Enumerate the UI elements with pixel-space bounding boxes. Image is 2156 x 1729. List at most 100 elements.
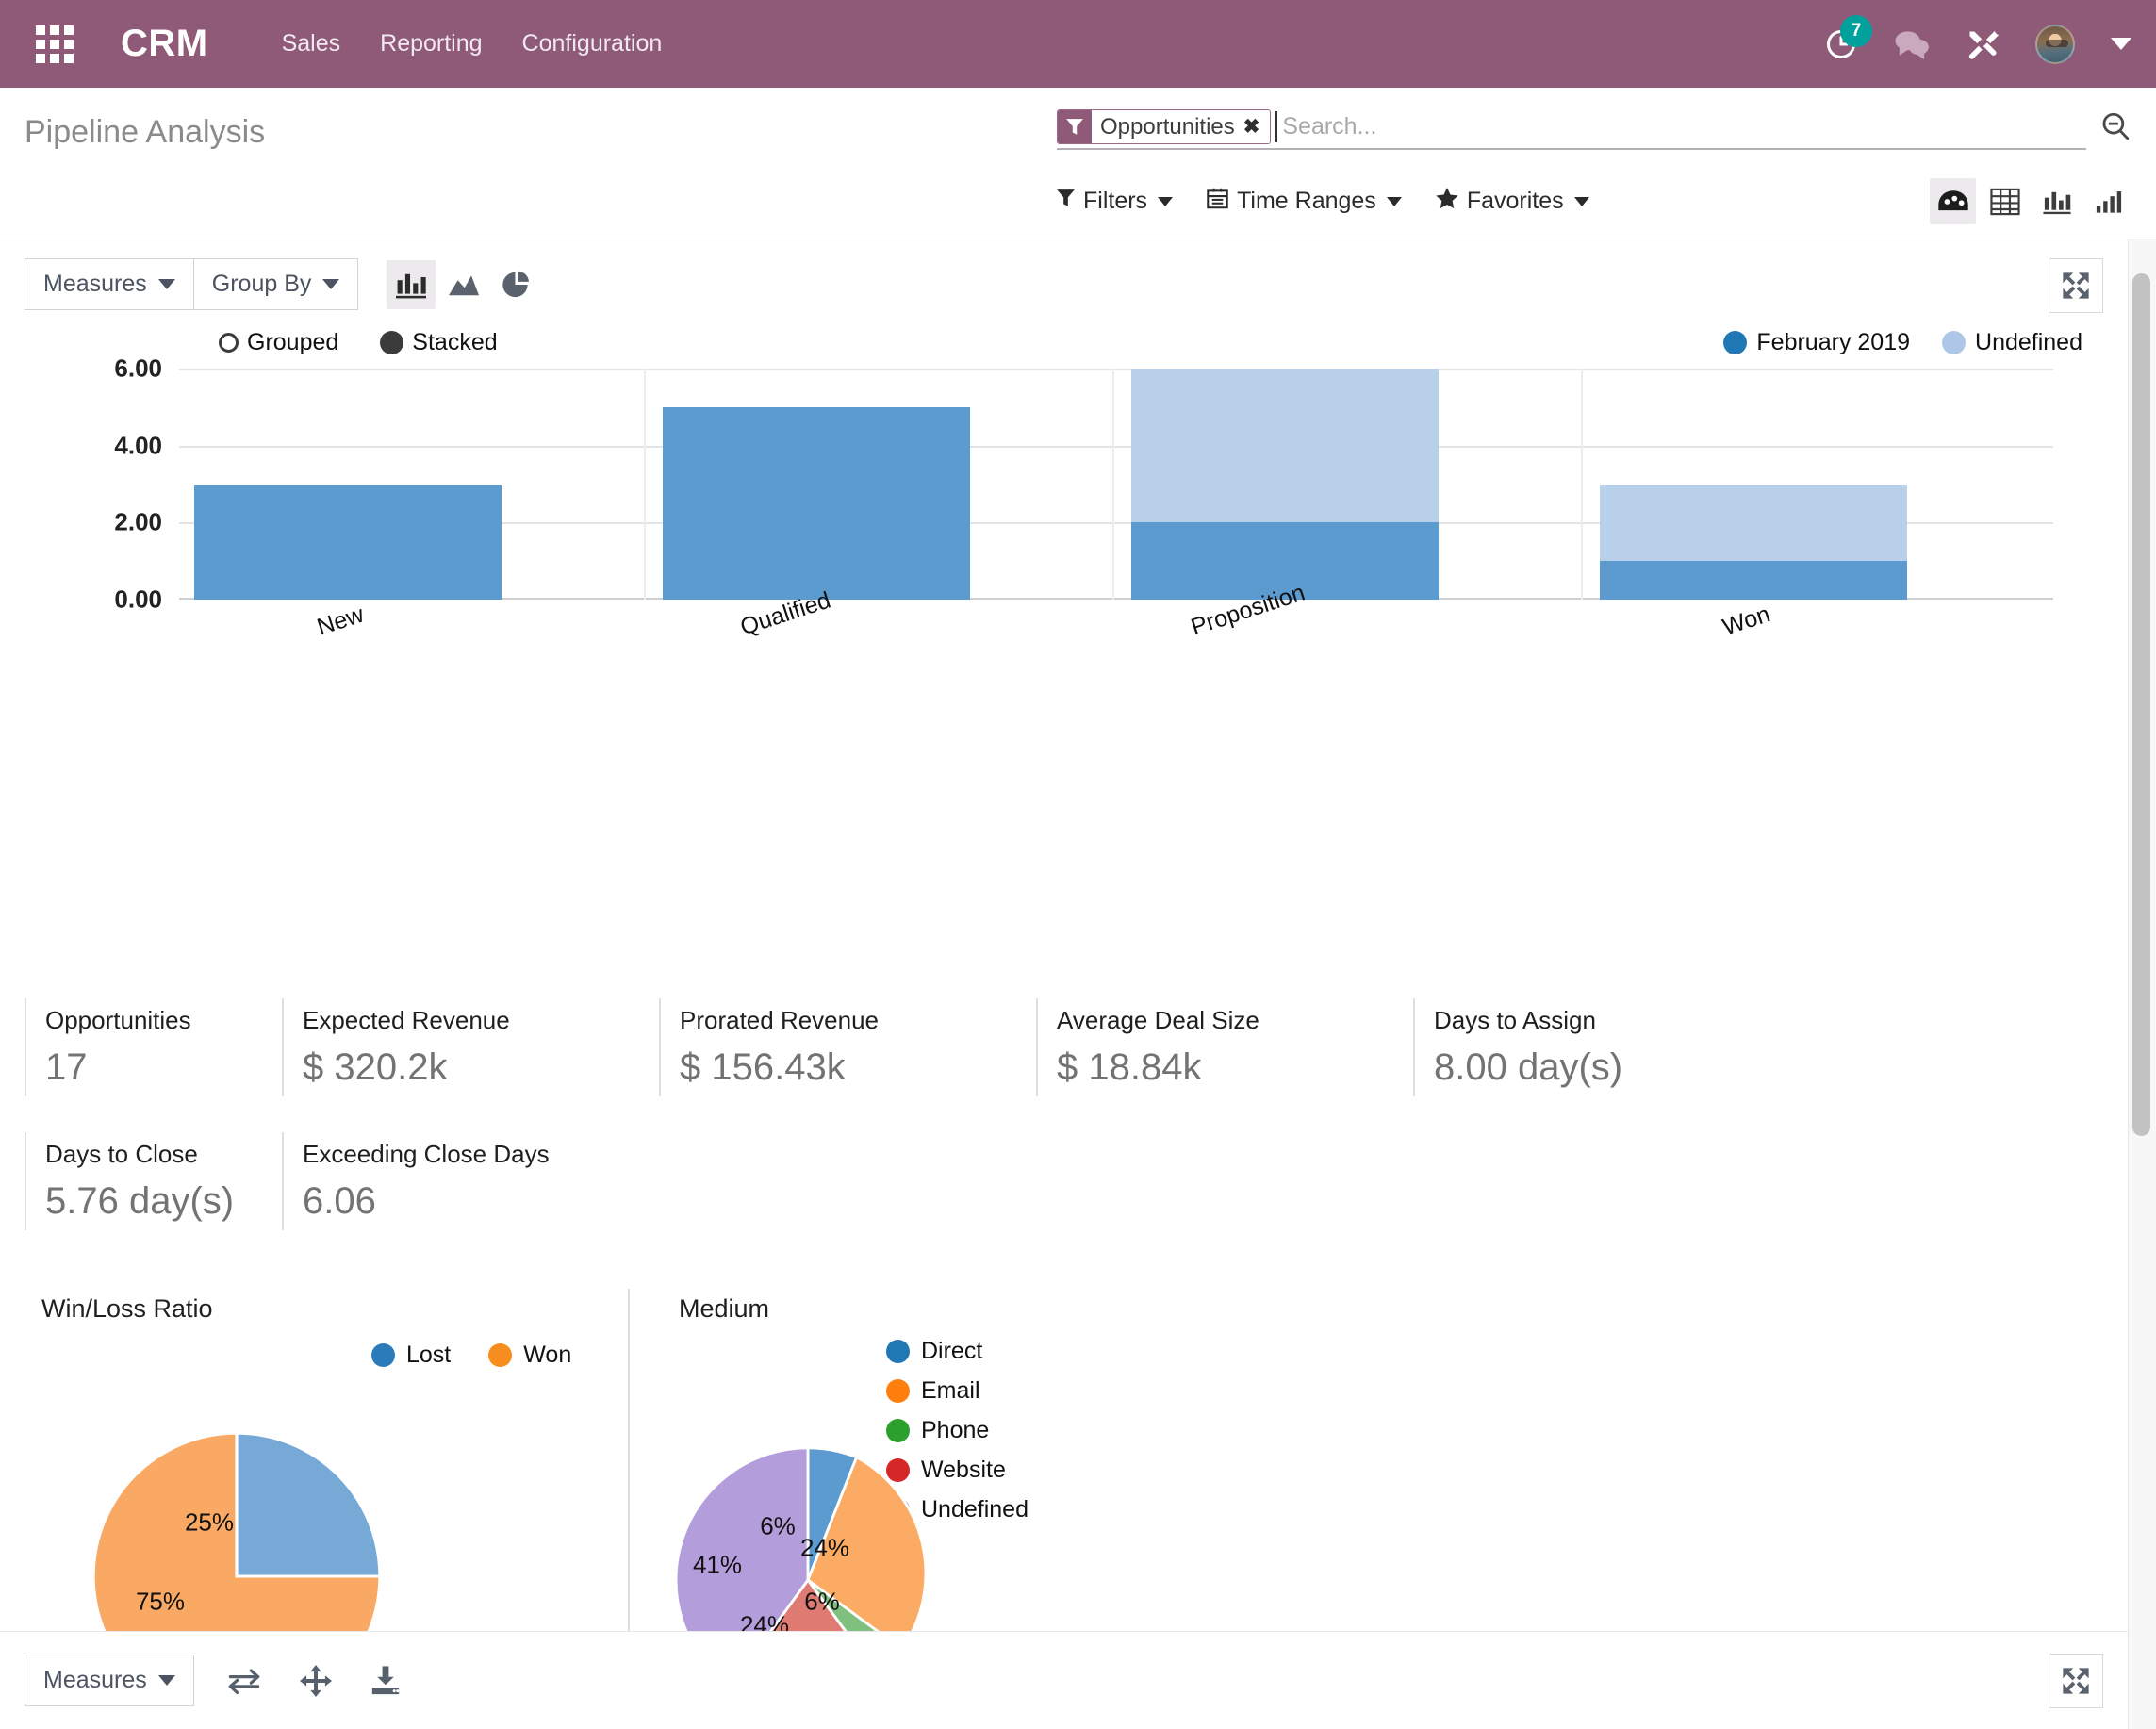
plot-area: New Qualified Proposition Won — [179, 369, 2053, 641]
navbar-right-icons: 7 — [1824, 0, 2131, 88]
bar-segment-february-2019[interactable] — [1599, 561, 1907, 600]
kpi-days-to-assign[interactable]: Days to Assign 8.00 day(s) — [1413, 998, 1790, 1096]
bottom-expand-button[interactable] — [2049, 1653, 2103, 1708]
search-icon[interactable] — [2099, 110, 2131, 147]
close-icon[interactable]: ✖ — [1243, 115, 1260, 139]
bar-group-proposition[interactable] — [1130, 369, 1439, 600]
vertical-gridline — [1581, 369, 1584, 600]
legend-item-lost[interactable]: Lost — [371, 1342, 451, 1369]
kpi-expected-revenue[interactable]: Expected Revenue $ 320.2k — [282, 998, 659, 1096]
vertical-scrollbar[interactable] — [2128, 239, 2156, 1729]
kpi-label: Exceeding Close Days — [303, 1140, 550, 1168]
measures-dropdown[interactable]: Measures — [25, 258, 194, 310]
measures-label: Measures — [43, 271, 147, 297]
menu-item-configuration[interactable]: Configuration — [522, 30, 663, 58]
kpi-exceeding-close-days[interactable]: Exceeding Close Days 6.06 — [282, 1132, 659, 1230]
view-button-dashboard[interactable] — [1930, 178, 1976, 224]
filters-dropdown[interactable]: Filters — [1057, 188, 1174, 215]
legend-color-dot — [886, 1419, 910, 1442]
app-brand[interactable]: CRM — [121, 23, 208, 65]
chevron-down-icon[interactable] — [2111, 38, 2131, 50]
scrollbar-thumb[interactable] — [2132, 273, 2150, 1136]
legend-color-dot — [886, 1340, 910, 1363]
kpi-days-to-close[interactable]: Days to Close 5.76 day(s) — [25, 1132, 282, 1230]
kpi-value: 8.00 day(s) — [1434, 1046, 1623, 1088]
chat-bubble-icon[interactable] — [1894, 28, 1930, 60]
view-switcher — [1930, 178, 2131, 224]
y-tick-1: 2.00 — [114, 507, 162, 536]
legend-item-email[interactable]: Email — [886, 1377, 1029, 1405]
chart-type-pie[interactable] — [492, 260, 541, 309]
menu-item-reporting[interactable]: Reporting — [380, 30, 482, 58]
legend-item-direct[interactable]: Direct — [886, 1338, 1029, 1365]
y-tick-0: 0.00 — [114, 585, 162, 614]
filter-funnel-icon — [1057, 188, 1075, 215]
search-facet-opportunities[interactable]: Opportunities ✖ — [1057, 109, 1272, 144]
menu-item-sales[interactable]: Sales — [282, 30, 341, 58]
chevron-down-icon — [1158, 196, 1174, 206]
chevron-down-icon — [157, 1675, 175, 1686]
kpi-value: $ 320.2k — [303, 1046, 448, 1088]
kpi-average-deal-size[interactable]: Average Deal Size $ 18.84k — [1036, 998, 1413, 1096]
time-ranges-label: Time Ranges — [1237, 188, 1376, 214]
filters-row: Filters Time Ranges Favorites — [1057, 178, 2131, 224]
time-ranges-dropdown[interactable]: Time Ranges — [1207, 187, 1402, 216]
chart-type-bar[interactable] — [387, 259, 436, 309]
bar-group-new[interactable] — [193, 369, 502, 600]
legend-item-phone[interactable]: Phone — [886, 1417, 1029, 1444]
legend-color-dot — [371, 1343, 395, 1367]
legend-label: Direct — [921, 1338, 983, 1364]
bottom-icon-group — [226, 1664, 402, 1697]
kpi-label: Expected Revenue — [303, 1006, 510, 1034]
bar-segment-february-2019[interactable] — [662, 406, 970, 600]
bottom-measures-dropdown[interactable]: Measures — [25, 1655, 194, 1706]
bar-segment-february-2019[interactable] — [193, 484, 502, 600]
radio-unselected-icon — [219, 333, 239, 353]
favorites-dropdown[interactable]: Favorites — [1436, 187, 1589, 216]
legend-label: Phone — [921, 1417, 990, 1443]
pie-title: Win/Loss Ratio — [41, 1294, 213, 1323]
search-row: Opportunities ✖ — [1057, 107, 2131, 150]
pie-title: Medium — [679, 1294, 770, 1323]
radio-grouped[interactable]: Grouped — [219, 329, 338, 356]
wrench-screwdriver-icon[interactable] — [1966, 27, 2000, 61]
activity-menu[interactable]: 7 — [1824, 14, 1872, 61]
legend-item-won[interactable]: Won — [488, 1342, 571, 1369]
radio-stacked[interactable]: Stacked — [380, 329, 498, 356]
kpi-label: Average Deal Size — [1057, 1006, 1259, 1034]
bar-group-won[interactable] — [1599, 369, 1907, 600]
expand-all-icon[interactable] — [299, 1664, 332, 1697]
group-by-dropdown[interactable]: Group By — [193, 258, 359, 310]
bar-segment-undefined[interactable] — [1130, 369, 1439, 523]
filters-label: Filters — [1083, 188, 1148, 214]
radio-stacked-label: Stacked — [412, 329, 498, 355]
flip-axis-icon[interactable] — [226, 1667, 262, 1695]
radio-selected-icon — [380, 331, 404, 354]
chart-type-line[interactable] — [439, 260, 488, 309]
bar-segment-undefined[interactable] — [1599, 484, 1907, 562]
legend-item-undefined[interactable]: Undefined — [1942, 329, 2082, 356]
view-button-graph[interactable] — [2033, 178, 2080, 224]
kpi-row-2: Days to Close 5.76 day(s) Exceeding Clos… — [25, 1132, 2103, 1230]
view-button-pivot[interactable] — [1982, 178, 2028, 224]
kpi-opportunities[interactable]: Opportunities 17 — [25, 998, 282, 1096]
search-box[interactable]: Opportunities ✖ — [1057, 107, 2086, 150]
search-input[interactable] — [1278, 113, 2086, 140]
stack-mode-radios: Grouped Stacked — [219, 329, 498, 356]
view-button-cohort[interactable] — [2085, 178, 2131, 224]
apps-grid-icon[interactable] — [34, 24, 75, 65]
download-xlsx-icon[interactable] — [370, 1665, 402, 1697]
legend-label: Lost — [406, 1342, 452, 1368]
pie-slice-lost[interactable] — [235, 1431, 382, 1578]
chevron-down-icon — [1386, 196, 1402, 206]
avatar[interactable] — [2035, 24, 2075, 64]
bar-group-qualified[interactable] — [662, 369, 970, 600]
chevron-down-icon — [1573, 196, 1589, 206]
activity-count-badge: 7 — [1840, 14, 1872, 47]
graph-dropdowns: Measures Group By — [25, 258, 359, 310]
legend-item-february-2019[interactable]: February 2019 — [1723, 329, 1910, 356]
legend-color-dot — [1942, 331, 1967, 354]
expand-chart-button[interactable] — [2049, 258, 2103, 313]
legend-label: Undefined — [1975, 329, 2082, 355]
kpi-prorated-revenue[interactable]: Prorated Revenue $ 156.43k — [659, 998, 1036, 1096]
